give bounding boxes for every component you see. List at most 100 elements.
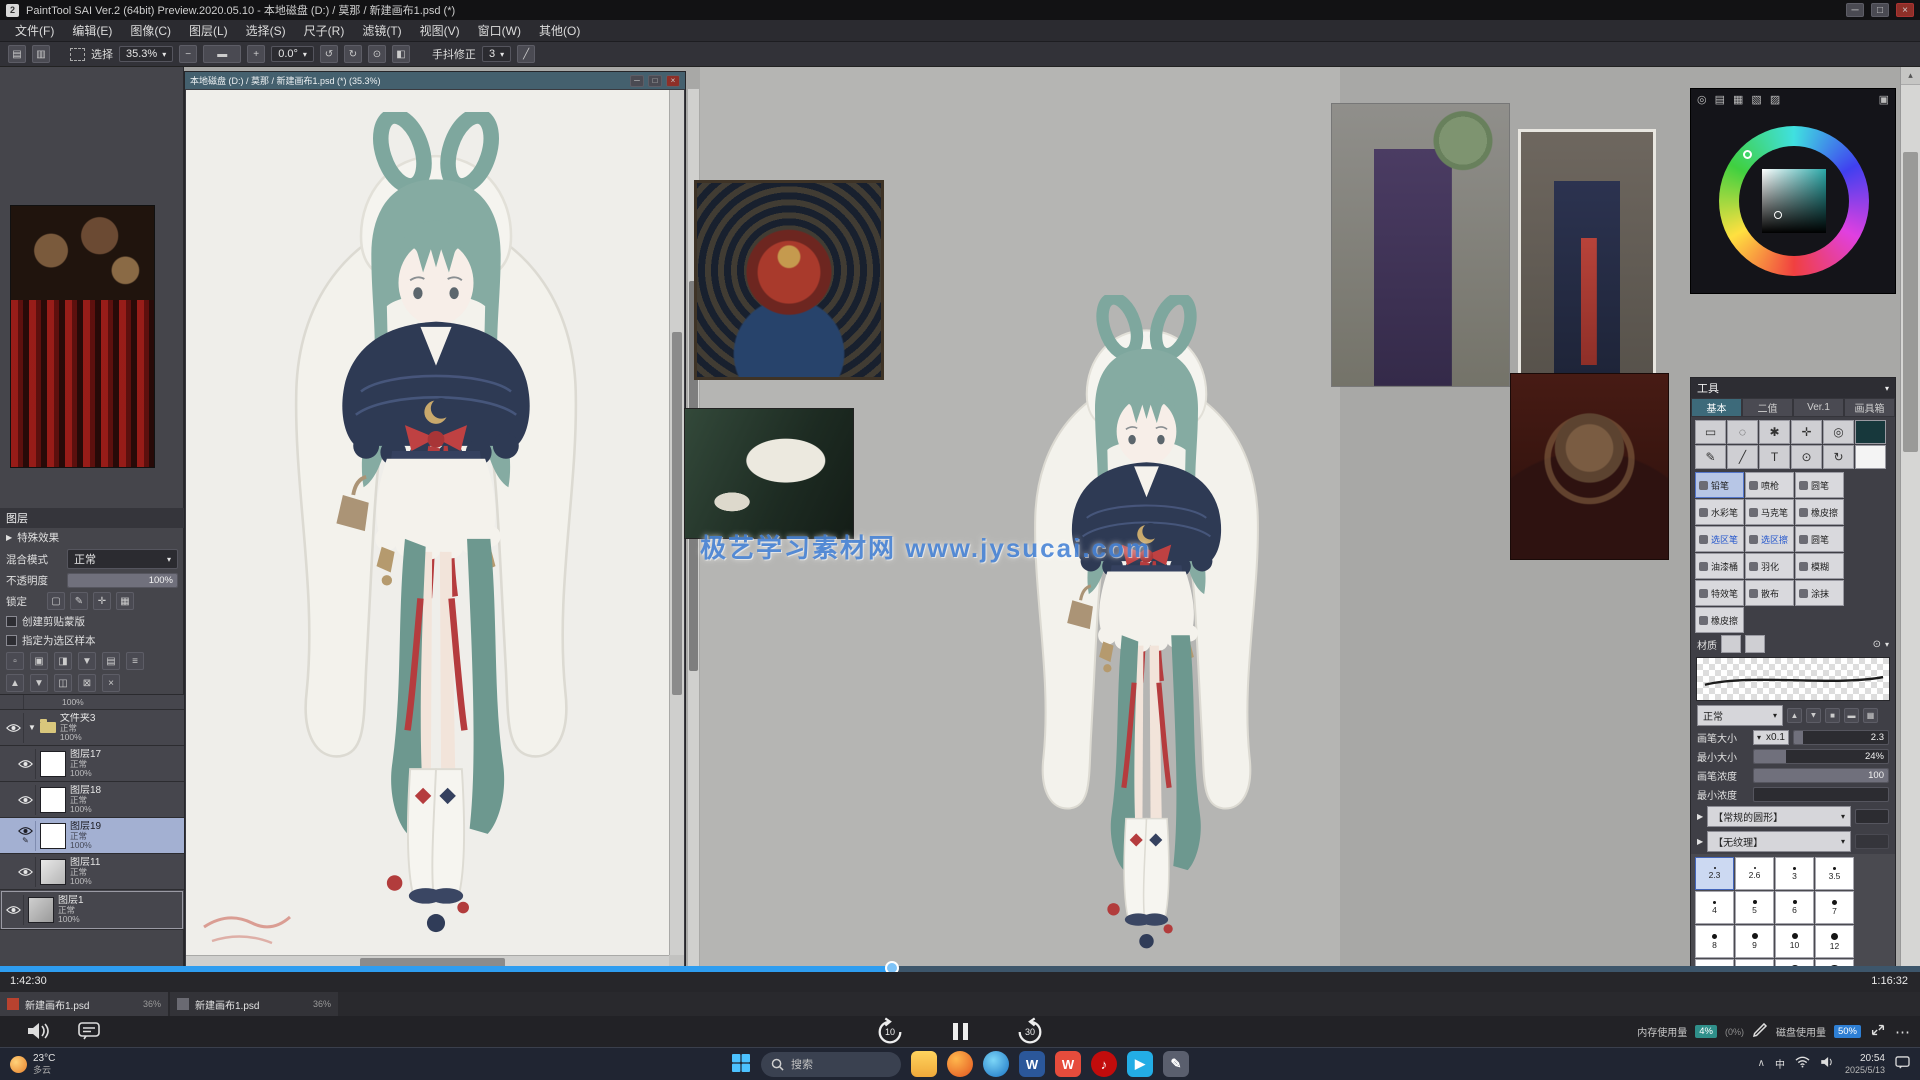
color-sliders-tab-icon[interactable]: ▤ (1715, 93, 1725, 106)
layer-row-partial[interactable]: 100% (0, 695, 184, 710)
layer-settings-button[interactable]: ≡ (126, 652, 144, 670)
brush-pencil[interactable]: 铅笔 (1695, 472, 1744, 498)
brush-shape-flat-icon[interactable]: ▲ (1787, 708, 1802, 723)
brush-shape-bar-icon[interactable]: ▬ (1844, 708, 1859, 723)
menu-item-ruler[interactable]: 尺子(R) (295, 20, 354, 41)
brush-shape-square-icon[interactable]: ■ (1825, 708, 1840, 723)
size-preset[interactable]: 7 (1815, 891, 1854, 924)
move-tool-icon[interactable]: ✛ (1791, 420, 1822, 444)
brush-blur[interactable]: 模糊 (1795, 553, 1844, 579)
menu-item-file[interactable]: 文件(F) (6, 20, 63, 41)
layer-row-18[interactable]: 图层18 正常 100% (0, 782, 184, 818)
transfer-down-button[interactable]: ▼ (78, 652, 96, 670)
duplicate-layer-button[interactable]: ◫ (54, 674, 72, 692)
eyedropper-tool-icon[interactable]: ⊙ (1791, 445, 1822, 469)
panel-layout-icon[interactable]: ▤ (8, 45, 26, 63)
menu-item-window[interactable]: 窗口(W) (469, 20, 530, 41)
special-effects-row[interactable]: ▶ 特殊效果 (0, 528, 184, 547)
brush-scatter[interactable]: 散布 (1745, 580, 1794, 606)
layer-mask-button[interactable]: ◨ (54, 652, 72, 670)
scroll-arrow-up[interactable]: ▴ (1901, 67, 1920, 85)
shape-strength-slider[interactable] (1855, 809, 1889, 824)
color-wheel[interactable] (1719, 126, 1869, 276)
selection-sample-checkbox[interactable] (6, 635, 17, 646)
visibility-eye-icon[interactable] (4, 713, 24, 743)
start-button[interactable] (731, 1053, 751, 1076)
text-tool-icon[interactable]: T (1759, 445, 1790, 469)
menu-item-other[interactable]: 其他(O) (530, 20, 589, 41)
tab-binary[interactable]: 二值 (1742, 398, 1793, 417)
rotate-tool-icon[interactable]: ↻ (1823, 445, 1854, 469)
lock-position-button[interactable]: ✛ (93, 592, 111, 610)
doc-close-button[interactable]: × (666, 75, 680, 87)
caret-down-icon[interactable]: ▾ (1885, 384, 1889, 393)
brush-selection-eraser[interactable]: 选区擦 (1745, 526, 1794, 552)
brush-blend-select[interactable]: 正常 ▾ (1697, 705, 1783, 726)
brush-shape-texture-icon[interactable]: ▦ (1863, 708, 1878, 723)
brush-smudge[interactable]: 涂抹 (1795, 580, 1844, 606)
taskbar-weather-widget[interactable]: 23°C 多云 (0, 1053, 65, 1075)
brush-fx[interactable]: 特效笔 (1695, 580, 1744, 606)
brush-selection-pen[interactable]: 选区笔 (1695, 526, 1744, 552)
volume-icon[interactable] (26, 1022, 50, 1043)
notification-center-icon[interactable] (1895, 1056, 1910, 1072)
layer-row-folder3[interactable]: ▼ 文件夹3 正常 100% (0, 710, 184, 746)
reset-view-button[interactable]: ⊙ (368, 45, 386, 63)
taskbar-app-music[interactable]: ♪ (1091, 1051, 1117, 1077)
tab-toolbox[interactable]: 画具箱 (1844, 398, 1895, 417)
texture-slot-1[interactable] (1721, 635, 1741, 653)
more-button[interactable]: ⋯ (1895, 1023, 1910, 1041)
zoom-out-button[interactable]: − (179, 45, 197, 63)
color-mixer-tab-icon[interactable]: ▦ (1733, 93, 1743, 106)
ime-indicator[interactable]: 中 (1775, 1056, 1785, 1071)
canvas-tab-1[interactable]: 新建画布1.psd 36% (0, 992, 168, 1016)
brush-texture-select[interactable]: 【无纹理】 ▾ (1707, 831, 1851, 852)
clear-layer-button[interactable]: ⊠ (78, 674, 96, 692)
taskbar-app-browser[interactable] (983, 1051, 1009, 1077)
min-size-slider[interactable]: 24% (1753, 749, 1889, 764)
zoom-tool-icon[interactable]: ◎ (1823, 420, 1854, 444)
scratchpad-tab-icon[interactable]: ▨ (1770, 93, 1780, 106)
new-layer-button[interactable]: ▫ (6, 652, 24, 670)
new-folder-button[interactable]: ▣ (30, 652, 48, 670)
tray-expand-icon[interactable]: ∧ (1758, 1058, 1765, 1069)
lock-all-button[interactable]: ▦ (116, 592, 134, 610)
color-panel-menu-icon[interactable]: ▣ (1879, 93, 1889, 106)
blend-mode-select[interactable]: 正常 ▾ (67, 549, 178, 569)
brush-watercolor[interactable]: 水彩笔 (1695, 499, 1744, 525)
size-preset[interactable]: 5 (1735, 891, 1774, 924)
flip-horizontal-button[interactable]: ◧ (392, 45, 410, 63)
rotate-ccw-button[interactable]: ↺ (320, 45, 338, 63)
selection-sample-row[interactable]: 指定为选区样本 (0, 631, 184, 650)
canvas-viewport[interactable] (186, 90, 669, 955)
menu-item-image[interactable]: 图像(C) (121, 20, 180, 41)
rewind-10-button[interactable]: 10 (874, 1016, 906, 1048)
menu-item-view[interactable]: 视图(V) (411, 20, 469, 41)
panel-layout2-icon[interactable]: ▥ (32, 45, 50, 63)
line-tool-icon[interactable]: ╱ (1727, 445, 1758, 469)
workspace-right-scrollbar[interactable]: ▴ ▾ (1900, 67, 1920, 985)
size-preset[interactable]: 12 (1815, 925, 1854, 958)
size-preset[interactable]: 2.6 (1735, 857, 1774, 890)
size-unit-select[interactable]: ▾ x0.1 (1753, 730, 1789, 745)
delete-layer-button[interactable]: × (102, 674, 120, 692)
visibility-eye-icon[interactable]: ✎ (16, 821, 36, 851)
size-preset[interactable]: 3 (1775, 857, 1814, 890)
texture-slot-2[interactable] (1745, 635, 1765, 653)
scrollbar-thumb[interactable] (672, 332, 682, 695)
visibility-eye-icon[interactable] (16, 749, 36, 779)
texture-strength-slider[interactable] (1855, 834, 1889, 849)
window-close-button[interactable]: × (1896, 3, 1914, 17)
zoom-in-button[interactable]: + (247, 45, 265, 63)
forward-30-button[interactable]: 30 (1014, 1016, 1046, 1048)
canvas-tab-2[interactable]: 新建画布1.psd 36% (170, 992, 338, 1016)
taskbar-app-word[interactable]: W (1019, 1051, 1045, 1077)
taskbar-app-file-explorer[interactable] (911, 1051, 937, 1077)
document-window-titlebar[interactable]: 本地磁盘 (D:) / 莫那 / 新建画布1.psd (*) (35.3%) ─… (185, 72, 685, 89)
tab-ver1[interactable]: Ver.1 (1793, 398, 1844, 417)
visibility-eye-icon[interactable] (16, 857, 36, 887)
size-preset[interactable]: 3.5 (1815, 857, 1854, 890)
rect-select-tool-icon[interactable]: ▭ (1695, 420, 1726, 444)
clipping-mask-row[interactable]: 创建剪贴蒙版 (0, 612, 184, 631)
folder-expand-icon[interactable]: ▼ (28, 723, 36, 732)
